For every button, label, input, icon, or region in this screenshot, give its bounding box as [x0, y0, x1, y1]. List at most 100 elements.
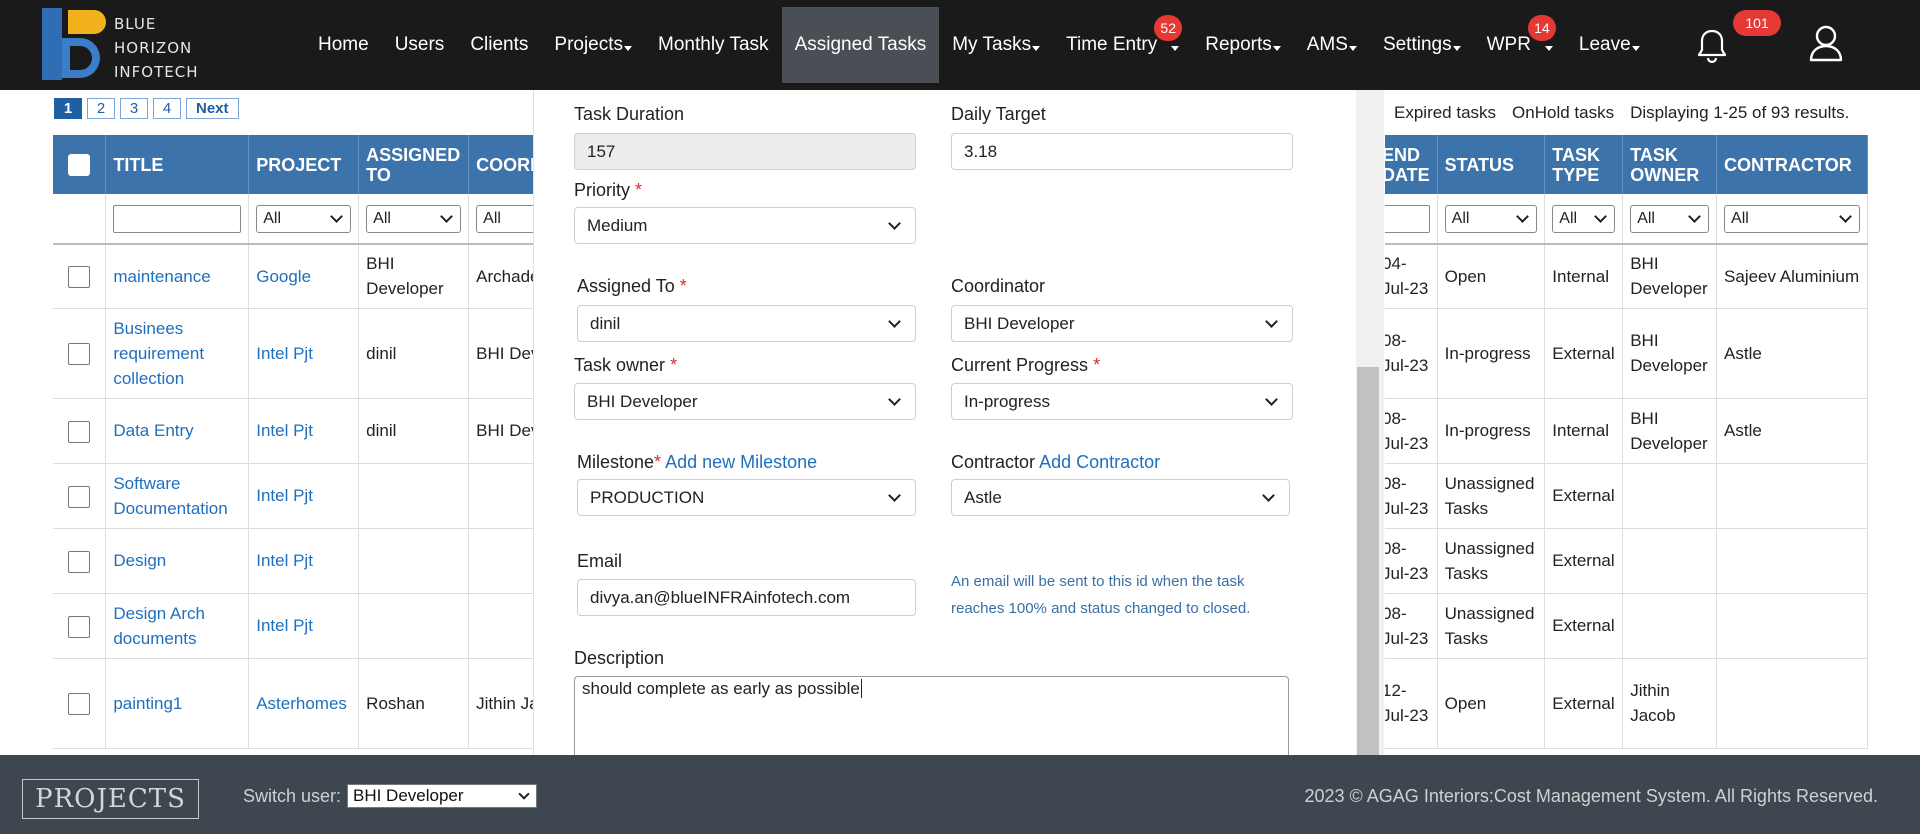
table-row[interactable]: 08-Jul-23 Unassigned Tasks External [1383, 528, 1868, 594]
project-filter-select[interactable]: All [256, 204, 352, 233]
nav-time-entry[interactable]: Time Entry 52 [1053, 7, 1192, 83]
table-row[interactable]: painting1 Asterhomes Roshan Jithin Ja [53, 658, 533, 749]
next-page-link[interactable]: Next [186, 98, 239, 119]
task-project-text[interactable]: Intel Pjt [256, 421, 313, 440]
task-title-text[interactable]: Design [113, 551, 166, 570]
nav-wpr[interactable]: WPR 14 [1474, 7, 1566, 83]
nav-reports[interactable]: Reports [1192, 7, 1294, 83]
select-all-checkbox[interactable] [68, 153, 91, 176]
table-row[interactable]: maintenance Google BHI Developer Archade [53, 244, 533, 309]
nav-settings[interactable]: Settings [1370, 7, 1474, 83]
end-date-filter-input[interactable] [1383, 204, 1430, 233]
page-link-2[interactable]: 2 [87, 98, 115, 119]
user-profile-icon[interactable] [1808, 24, 1844, 62]
table-row[interactable]: Businees requirement collection Intel Pjt… [53, 308, 533, 399]
table-row[interactable]: 12-Jul-23 Open External Jithin Jacob [1383, 658, 1868, 749]
priority-select[interactable]: Medium [574, 207, 916, 244]
contractor-select[interactable]: Astle [951, 479, 1290, 516]
col-header-status[interactable]: STATUS [1437, 135, 1546, 194]
task-project[interactable]: Asterhomes [248, 658, 360, 749]
table-row[interactable]: Software Documentation Intel Pjt [53, 463, 533, 529]
task-title-text[interactable]: Software Documentation [113, 474, 227, 518]
row-checkbox[interactable] [68, 343, 91, 366]
task-project-text[interactable]: Asterhomes [256, 694, 347, 713]
assigned-to-select[interactable]: dinil [577, 305, 916, 342]
task-title[interactable]: Design Arch documents [105, 593, 250, 659]
table-row[interactable]: Design Intel Pjt [53, 528, 533, 594]
row-checkbox[interactable] [68, 420, 91, 443]
nav-monthly-task[interactable]: Monthly Task [645, 7, 782, 83]
task-title-text[interactable]: Data Entry [113, 421, 193, 440]
nav-leave[interactable]: Leave [1566, 7, 1653, 83]
task-project[interactable]: Intel Pjt [248, 398, 360, 464]
table-row[interactable]: 04-Jul-23 Open Internal BHI Developer Sajeev… [1383, 244, 1868, 309]
task-project-text[interactable]: Intel Pjt [256, 616, 313, 635]
task-project[interactable]: Intel Pjt [248, 593, 360, 659]
table-row[interactable]: 08-Jul-23 In-progress Internal BHI Develope… [1383, 398, 1868, 464]
col-header-coordinator[interactable]: COORD [468, 135, 533, 194]
brand-logo[interactable]: BLUE HORIZON INFOTECH [42, 6, 212, 84]
task-owner-select[interactable]: BHI Developer [574, 383, 916, 420]
onhold-tasks-link[interactable]: OnHold tasks [1512, 103, 1614, 123]
task-type-filter-select[interactable]: All [1552, 204, 1616, 233]
table-row[interactable]: Design Arch documents Intel Pjt [53, 593, 533, 659]
current-progress-select[interactable]: In-progress [951, 383, 1293, 420]
nav-clients[interactable]: Clients [457, 7, 541, 83]
add-contractor-link[interactable]: Add Contractor [1039, 452, 1160, 472]
task-title[interactable]: Businees requirement collection [105, 308, 250, 399]
task-project[interactable]: Intel Pjt [248, 308, 360, 399]
task-title-text[interactable]: Design Arch documents [113, 604, 205, 648]
modal-scrollbar-thumb[interactable] [1357, 367, 1379, 755]
task-title-text[interactable]: painting1 [113, 694, 182, 713]
switch-user-select[interactable]: BHI Developer [347, 784, 537, 808]
row-checkbox[interactable] [68, 693, 91, 716]
task-project-text[interactable]: Google [256, 267, 311, 286]
title-filter-input[interactable] [113, 204, 242, 233]
description-textarea[interactable]: should complete as early as possible [574, 676, 1289, 766]
page-link-3[interactable]: 3 [120, 98, 148, 119]
task-project[interactable]: Intel Pjt [248, 463, 360, 529]
nav-home[interactable]: Home [305, 7, 382, 83]
contractor-filter-select[interactable]: All [1724, 204, 1860, 233]
status-filter-select[interactable]: All [1444, 204, 1538, 233]
task-project[interactable]: Intel Pjt [248, 528, 360, 594]
nav-projects[interactable]: Projects [541, 7, 645, 83]
col-header-task-owner[interactable]: TASK OWNER [1622, 135, 1718, 194]
task-title[interactable]: painting1 [105, 658, 250, 749]
col-header-project[interactable]: PROJECT [248, 135, 360, 194]
page-link-1[interactable]: 1 [54, 98, 82, 119]
col-header-assigned-to[interactable]: ASSIGNED TO [358, 135, 470, 194]
row-checkbox[interactable] [68, 615, 91, 638]
footer-brand[interactable]: PROJECTS [22, 779, 199, 819]
task-title[interactable]: Data Entry [105, 398, 250, 464]
task-project-text[interactable]: Intel Pjt [256, 344, 313, 363]
task-title[interactable]: Design [105, 528, 250, 594]
task-project-text[interactable]: Intel Pjt [256, 486, 313, 505]
expired-tasks-link[interactable]: Expired tasks [1394, 103, 1496, 123]
task-project[interactable]: Google [248, 244, 360, 309]
table-row[interactable]: Data Entry Intel Pjt dinil BHI Dev [53, 398, 533, 464]
task-title-text[interactable]: maintenance [113, 267, 210, 286]
task-title[interactable]: maintenance [105, 244, 250, 309]
page-link-4[interactable]: 4 [153, 98, 181, 119]
nav-assigned-tasks[interactable]: Assigned Tasks [781, 7, 940, 83]
nav-my-tasks[interactable]: My Tasks [939, 7, 1053, 83]
task-title-text[interactable]: Businees requirement collection [113, 319, 204, 388]
assigned-filter-select[interactable]: All [366, 204, 462, 233]
milestone-select[interactable]: PRODUCTION [577, 479, 916, 516]
nav-users[interactable]: Users [382, 7, 458, 83]
row-checkbox[interactable] [68, 550, 91, 573]
table-row[interactable]: 08-Jul-23 In-progress External BHI Develope… [1383, 308, 1868, 399]
add-milestone-link[interactable]: Add new Milestone [665, 452, 817, 472]
col-header-task-type[interactable]: TASK TYPE [1544, 135, 1624, 194]
task-owner-filter-select[interactable]: All [1630, 204, 1710, 233]
table-row[interactable]: 08-Jul-23 Unassigned Tasks External [1383, 593, 1868, 659]
row-checkbox[interactable] [68, 485, 91, 508]
daily-target-field[interactable]: 3.18 [951, 133, 1293, 170]
coordinator-select[interactable]: BHI Developer [951, 305, 1293, 342]
table-row[interactable]: 08-Jul-23 Unassigned Tasks External [1383, 463, 1868, 529]
email-field[interactable]: divya.an@blueINFRAinfotech.com [577, 579, 916, 616]
col-header-contractor[interactable]: CONTRACTOR [1716, 135, 1868, 194]
col-header-end-date[interactable]: END DATE [1383, 135, 1438, 194]
col-header-title[interactable]: TITLE [105, 135, 250, 194]
